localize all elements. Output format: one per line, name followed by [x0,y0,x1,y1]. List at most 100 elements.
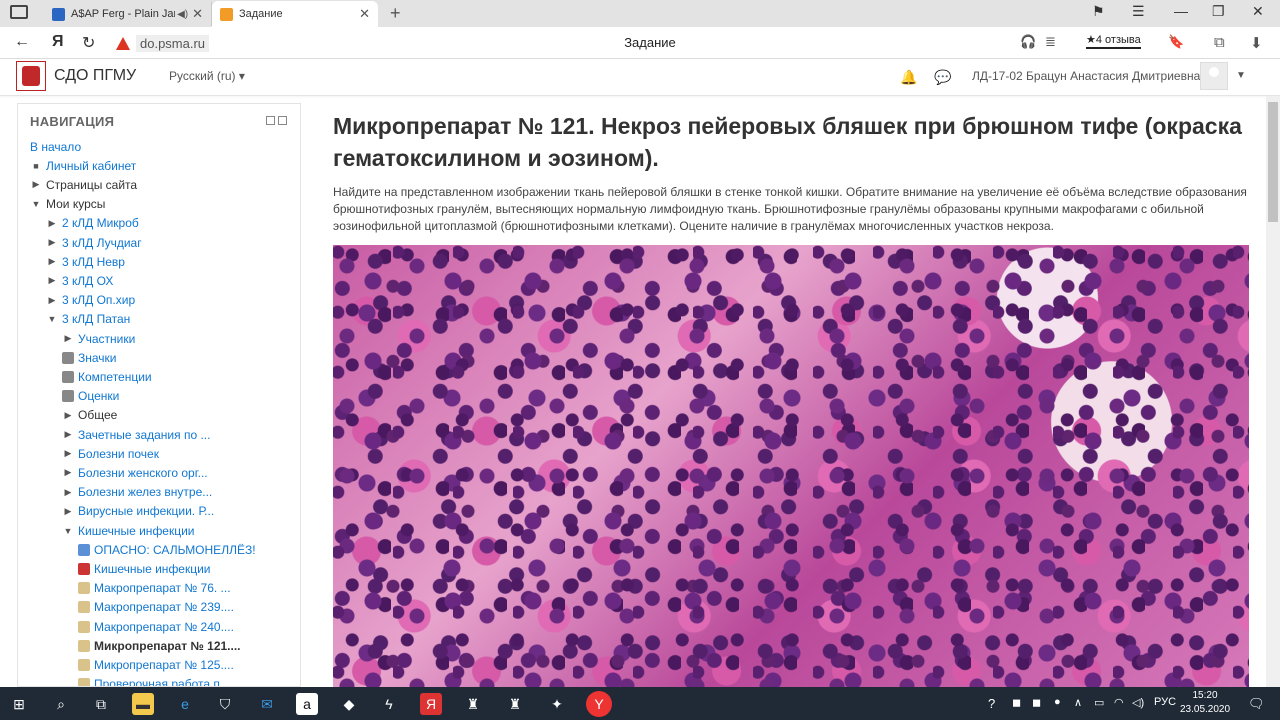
expanded-arrow-icon[interactable]: ▼ [62,526,74,536]
user-name[interactable]: ЛД-17-02 Брацун Анастасия Дмитриевна [972,69,1200,83]
warning-icon[interactable] [116,36,130,50]
nav-item[interactable]: Микропрепарат № 125.... [78,655,234,674]
game-icon[interactable]: ♜ [504,693,526,715]
nav-item-label[interactable]: Общее [78,408,117,422]
collections-icon[interactable]: ⧉ [1214,34,1225,51]
nav-item-label[interactable]: Оценки [78,389,119,403]
nav-item[interactable]: ▶ 3 кЛД Невр [46,252,125,271]
nav-item[interactable]: Макропрепарат № 240.... [78,617,234,636]
nav-item-label[interactable]: Макропрепарат № 240.... [94,620,234,634]
sidebar-toggle-icon[interactable] [10,5,28,19]
bullet-icon[interactable]: ■ [30,161,42,171]
url-box[interactable]: do.psma.ru [116,33,210,53]
game-icon[interactable]: ♜ [462,693,484,715]
nav-item-label[interactable]: Мои курсы [46,197,105,211]
speaker-icon[interactable]: ◀) [177,9,188,20]
nav-item[interactable]: ■ Личный кабинет [30,156,136,175]
nav-item[interactable]: Оценки [62,387,119,406]
nav-item[interactable]: ОПАСНО: САЛЬМОНЕЛЛЁЗ! [78,540,256,559]
lightning-app-icon[interactable]: ϟ [378,693,400,715]
amazon-icon[interactable]: a [296,693,318,715]
collapsed-arrow-icon[interactable]: ▶ [62,429,74,440]
nav-item[interactable]: ▶ 3 кЛД ОХ [46,271,114,290]
collapsed-arrow-icon[interactable]: ▶ [62,410,74,421]
nav-item[interactable]: ▼ Кишечные инфекции [62,521,195,540]
notification-center-icon[interactable]: 🗨 [1248,696,1265,712]
reader-icon[interactable]: ≣ [1045,34,1056,50]
nav-item-label[interactable]: Личный кабинет [46,159,136,173]
search-icon[interactable]: ⌕ [50,693,72,715]
clock[interactable]: 15:20 23.05.2020 [1180,689,1230,717]
nav-item-label[interactable]: Макропрепарат № 76. ... [94,581,231,595]
nav-item-label[interactable]: Компетенции [78,370,152,384]
yandex-icon[interactable]: Я [52,33,64,51]
download-icon[interactable]: ⬇ [1250,34,1263,52]
avatar[interactable] [1200,62,1228,90]
expanded-arrow-icon[interactable]: ▼ [46,314,58,324]
page-scrollbar[interactable] [1266,96,1280,687]
nav-item-label[interactable]: 3 кЛД Патан [62,312,130,326]
expanded-arrow-icon[interactable]: ▼ [30,199,42,209]
bookmark-manager-icon[interactable]: ⚑ [1092,3,1105,20]
yandex-app-icon[interactable]: Я [420,693,442,715]
reload-icon[interactable]: ↻ [82,33,95,53]
nav-item[interactable]: ▶ Болезни желез внутре... [62,483,213,502]
back-icon[interactable]: ← [14,33,30,51]
nav-item-label[interactable]: Макропрепарат № 239.... [94,600,234,614]
start-icon[interactable]: ⊞ [8,693,30,715]
file-explorer-icon[interactable]: ▬ [132,693,154,715]
collapsed-arrow-icon[interactable]: ▶ [62,487,74,498]
close-tab-icon[interactable]: ✕ [359,6,370,22]
collapsed-arrow-icon[interactable]: ▶ [46,218,58,229]
nav-item-label[interactable]: Проверочная работа п... [94,677,230,686]
collapsed-arrow-icon[interactable]: ▶ [30,179,42,190]
collapsed-arrow-icon[interactable]: ▶ [62,333,74,344]
nav-item[interactable]: ▶ Участники [62,329,136,348]
nav-item[interactable]: Микропрепарат № 121.... [78,636,241,655]
store-icon[interactable]: ⛉ [214,693,236,715]
help-icon[interactable]: ? [988,696,995,711]
volume-icon[interactable]: ◁) [1132,696,1144,709]
minimize-icon[interactable]: — [1174,3,1188,19]
collapsed-arrow-icon[interactable]: ▶ [46,237,58,248]
nav-item[interactable]: Макропрепарат № 239.... [78,598,234,617]
battery-icon[interactable]: ▭ [1094,696,1104,709]
nav-item[interactable]: ▶ 2 кЛД Микроб [46,214,139,233]
nav-item-label[interactable]: 2 кЛД Микроб [62,216,139,230]
wifi-icon[interactable]: ◠ [1114,696,1124,709]
tray-app-icon[interactable]: ◼ [1032,696,1041,709]
game-icon[interactable]: ✦ [546,693,568,715]
nav-item[interactable]: ▶ Зачетные задания по ... [62,425,211,444]
nav-item[interactable]: ▼ Мои курсы [30,195,106,214]
messages-icon[interactable]: 💬 [934,69,951,86]
bookmark-icon[interactable]: 🔖 [1168,34,1184,50]
tab-active[interactable]: Задание ✕ [212,1,378,27]
nav-item-label[interactable]: Кишечные инфекции [94,562,211,576]
collapsed-arrow-icon[interactable]: ▶ [62,448,74,459]
url-text[interactable]: do.psma.ru [136,34,210,52]
nav-item[interactable]: Макропрепарат № 76. ... [78,579,231,598]
nav-item-label[interactable]: ОПАСНО: САЛЬМОНЕЛЛЁЗ! [94,543,256,557]
collapsed-arrow-icon[interactable]: ▶ [46,256,58,267]
close-window-icon[interactable]: ✕ [1252,3,1264,20]
collapsed-arrow-icon[interactable]: ▶ [62,506,74,517]
nav-item-label[interactable]: В начало [30,140,81,154]
tab-music[interactable]: A$AP Ferg - Plain Jan ◀) ✕ [44,2,212,26]
nav-item[interactable]: ▶ Общее [62,406,118,425]
nav-item-label[interactable]: Страницы сайта [46,178,137,192]
nav-item-label[interactable]: Болезни женского орг... [78,466,208,480]
nav-item-label[interactable]: Вирусные инфекции. Р... [78,504,214,518]
nav-item-label[interactable]: 3 кЛД Лучдиаг [62,236,142,250]
edge-icon[interactable]: e [174,693,196,715]
nav-item-label[interactable]: Кишечные инфекции [78,524,195,538]
nav-item[interactable]: ▶ Болезни почек [62,444,159,463]
site-name[interactable]: СДО ПГМУ [54,67,136,85]
new-tab-icon[interactable]: + [390,3,401,24]
notifications-icon[interactable]: 🔔 [900,69,917,86]
collapsed-arrow-icon[interactable]: ▶ [46,295,58,306]
task-view-icon[interactable]: ⧉ [90,693,112,715]
tray-app-icon[interactable]: ● [1054,696,1061,708]
nav-item[interactable]: Значки [62,348,117,367]
scrollbar-thumb[interactable] [1268,102,1278,222]
nav-item-label[interactable]: Зачетные задания по ... [78,428,210,442]
